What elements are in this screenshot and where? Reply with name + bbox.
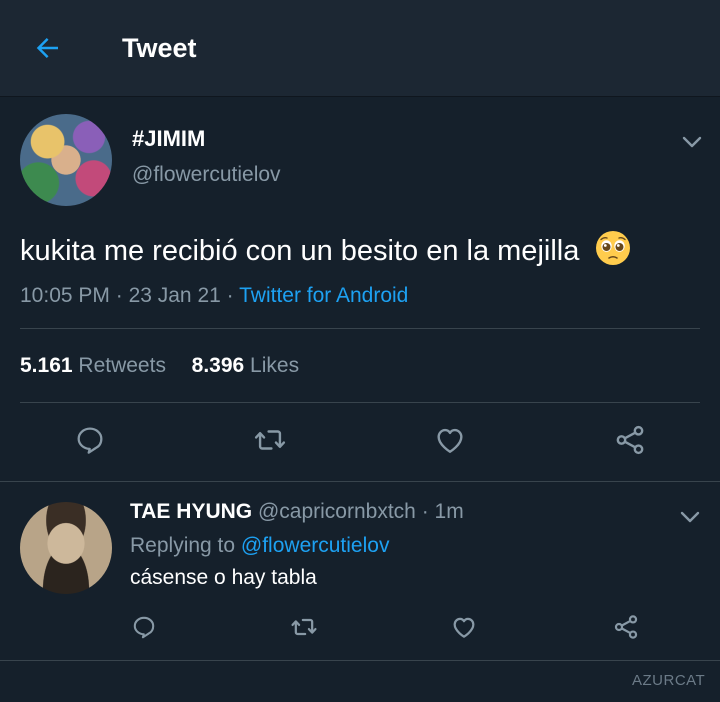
tweet-text-content: kukita me recibió con un besito en la me… — [20, 235, 580, 267]
chevron-down-icon — [682, 136, 702, 148]
divider — [20, 328, 700, 329]
retweet-button[interactable] — [284, 607, 324, 647]
retweets-stat[interactable]: 5.161 Retweets — [20, 354, 172, 377]
avatar[interactable] — [20, 114, 112, 206]
reply-time: 1m — [434, 500, 464, 523]
reply-icon — [133, 616, 155, 639]
tweet-time: 10:05 PM — [20, 284, 110, 307]
author-display-name[interactable]: #JIMIM — [132, 126, 205, 152]
retweet-button[interactable] — [250, 420, 290, 460]
pleading-face-emoji-icon — [596, 231, 631, 265]
retweets-count: 5.161 — [20, 354, 73, 377]
retweet-icon — [291, 618, 317, 636]
share-icon — [614, 615, 638, 639]
reply-icon — [77, 427, 103, 454]
reply-header: TAE HYUNG @capricornbxtch · 1m — [130, 500, 464, 524]
replying-to-label: Replying to — [130, 534, 236, 557]
like-button[interactable] — [430, 420, 470, 460]
tweet-source-link[interactable]: Twitter for Android — [239, 284, 408, 307]
likes-count: 8.396 — [191, 354, 245, 377]
like-button[interactable] — [444, 607, 484, 647]
author-handle[interactable]: @flowercutielov — [132, 163, 281, 187]
chevron-down-icon — [680, 511, 700, 523]
tweet-detail-page: Tweet #JIMIM @flowercutielov kukita me r… — [0, 0, 720, 702]
reply-button[interactable] — [70, 420, 110, 460]
replying-to-handle[interactable]: @flowercutielov — [241, 534, 390, 557]
heart-icon — [453, 617, 475, 638]
meta-separator: · — [115, 284, 129, 307]
retweets-label: Retweets — [78, 354, 166, 377]
meta-separator: · — [226, 284, 240, 307]
tweet-date: 23 Jan 21 — [128, 284, 221, 307]
share-button[interactable] — [606, 607, 646, 647]
page-title: Tweet — [122, 33, 197, 63]
reply-menu-button[interactable] — [678, 505, 702, 529]
divider — [20, 402, 700, 403]
reply-author-name[interactable]: TAE HYUNG — [130, 500, 252, 523]
share-icon — [616, 425, 644, 455]
back-button[interactable] — [28, 28, 68, 68]
share-button[interactable] — [610, 420, 650, 460]
top-bar: Tweet — [0, 0, 720, 97]
tweet-stats: 5.161 Retweets 8.396 Likes — [20, 354, 299, 378]
retweet-icon — [254, 430, 286, 450]
tweet-menu-button[interactable] — [680, 130, 704, 154]
meta-separator: · — [421, 500, 435, 523]
reply-text: cásense o hay tabla — [130, 566, 317, 589]
tweet-text: kukita me recibió con un besito en la me… — [20, 230, 631, 268]
heart-icon — [437, 428, 463, 453]
reply-button[interactable] — [124, 607, 164, 647]
likes-stat[interactable]: 8.396 Likes — [192, 354, 299, 377]
watermark: AZURCAT — [632, 672, 706, 689]
replying-to: Replying to @flowercutielov — [130, 534, 389, 558]
divider — [0, 660, 720, 661]
divider — [0, 481, 720, 482]
arrow-left-icon — [36, 38, 58, 58]
reply-author-handle[interactable]: @capricornbxtch — [258, 500, 416, 523]
avatar[interactable] — [20, 502, 112, 594]
tweet-meta: 10:05 PM · 23 Jan 21 · Twitter for Andro… — [20, 284, 408, 308]
likes-label: Likes — [250, 354, 300, 377]
